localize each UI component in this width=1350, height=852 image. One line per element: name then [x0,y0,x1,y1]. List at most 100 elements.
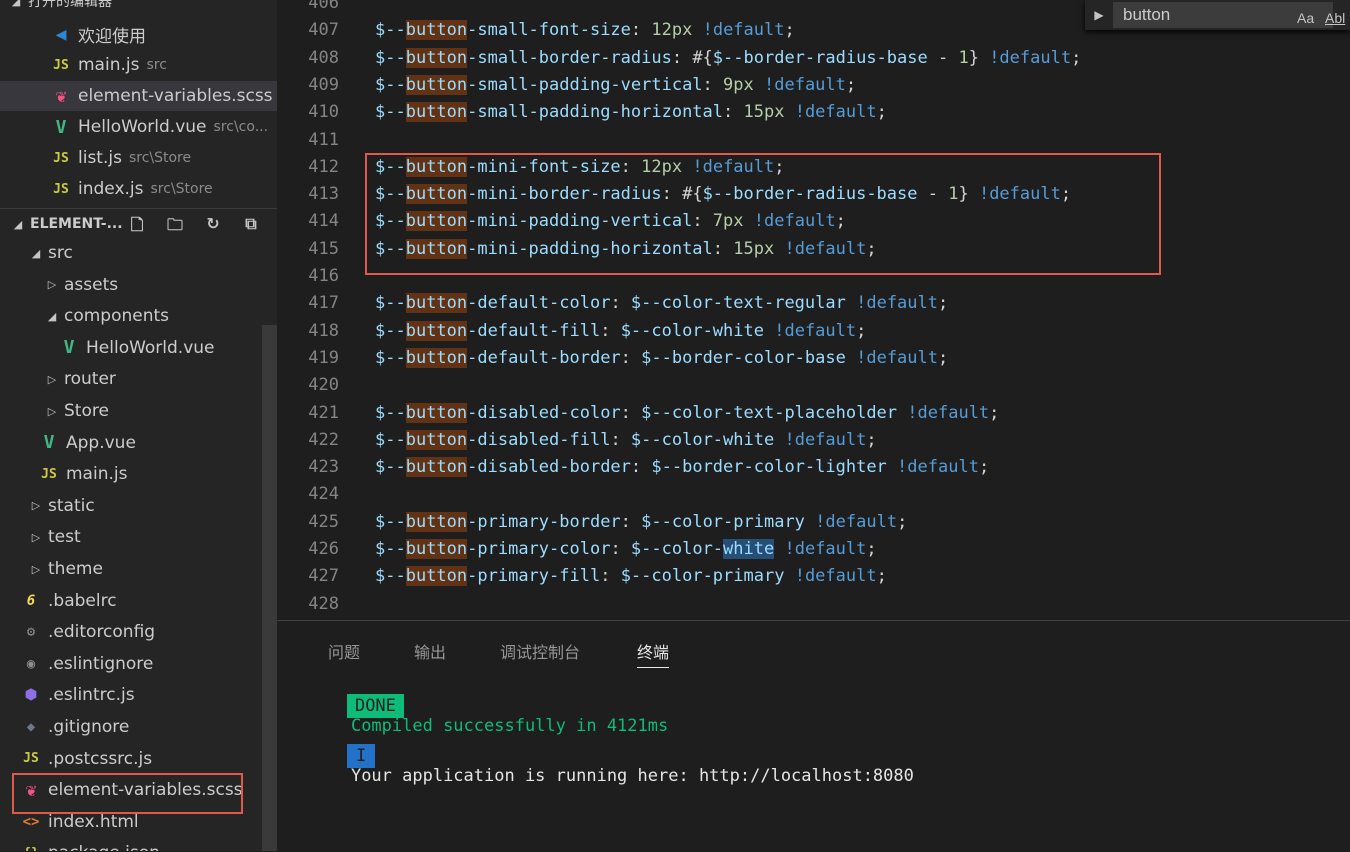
tree-file[interactable]: ◉ .eslintignore [0,649,277,679]
gear-icon: ⚙ [26,624,36,641]
line-number: 408 [308,47,339,68]
sidebar-scrollbar[interactable] [262,325,277,851]
tree-file[interactable]: JS main.js [0,459,277,489]
open-editor-name: element-variables.scss [78,86,273,106]
line-number: 425 [308,511,339,532]
tree-item-label: .gitignore [48,717,130,737]
tree-item-label: static [48,495,95,516]
tree-item-label: .babelrc [48,590,117,611]
js-file-icon: JS [53,181,69,197]
collapse-all-icon[interactable]: ⧉ [240,214,262,234]
find-widget: ▶ button Aa Abl [1085,0,1350,30]
eslintignore-file-icon: ◉ [26,655,36,672]
info-badge: I [346,744,376,768]
chevron-right-icon[interactable]: ▶ [1085,8,1113,22]
tab-terminal[interactable]: 终端 [637,639,670,668]
code-line: $--button-primary-fill: $--color-primary… [375,566,887,587]
open-editor-item[interactable]: V HelloWorld.vue src\co... [0,112,277,142]
find-input[interactable]: button Aa Abl [1113,2,1345,31]
tree-item-label: index.html [48,811,139,832]
line-number: 422 [308,429,339,450]
line-number: 421 [308,402,339,423]
open-editor-item[interactable]: ◀ 欢迎使用 [0,19,277,49]
line-number: 413 [308,184,339,205]
refresh-icon[interactable]: ↻ [202,214,224,234]
chevron-right-icon: ▷ [47,404,57,418]
js-file-icon: JS [53,57,69,73]
whole-word-icon[interactable]: Abl [1325,5,1345,31]
match-case-icon[interactable]: Aa [1297,5,1314,31]
chevron-right-icon: ▷ [31,562,41,576]
line-number: 420 [308,375,339,396]
line-number: 410 [308,102,339,123]
line-number: 415 [308,238,339,259]
json-file-icon: {} [20,846,42,851]
tree-item-label: router [64,369,116,390]
bottom-panel: 问题 输出 调试控制台 终端 DONE Compiled successfull… [277,620,1350,852]
chevron-right-icon: ▷ [31,530,41,544]
tree-item-label: App.vue [66,432,136,453]
chevron-right-icon: ▷ [47,372,57,386]
line-number: 423 [308,457,339,478]
git-file-icon: ◆ [26,719,36,735]
tree-file[interactable]: ⚙ .editorconfig [0,617,277,647]
tree-file[interactable]: ⬢ .eslintrc.js [0,680,277,710]
tree-folder[interactable]: ▷ static [0,491,277,521]
highlight-box [12,773,243,814]
code-line: $--button-small-padding-horizontal: 15px… [375,102,887,123]
done-badge: DONE [346,694,404,718]
tree-folder[interactable]: ◢ src [0,238,277,268]
open-editor-item[interactable]: JS main.js src [0,50,277,80]
code-line: $--button-disabled-fill: $--color-white … [375,429,877,450]
tree-folder[interactable]: ▷ assets [0,270,277,300]
tree-folder[interactable]: ▷ test [0,522,277,552]
tree-file[interactable]: {} package.json [0,838,277,851]
tab-problems[interactable]: 问题 [328,639,360,663]
tree-folder[interactable]: ▷ theme [0,554,277,584]
tree-item-label: HelloWorld.vue [86,337,215,358]
tree-file[interactable]: 6 .babelrc [0,586,277,616]
explorer-section-header[interactable]: ◢ ELEMENT-... 🗋 🗀 ↻ ⧉ [0,208,277,239]
tree-item-label: .editorconfig [48,622,156,643]
tree-file[interactable]: V App.vue [0,428,277,458]
tree-folder[interactable]: ▷ router [0,364,277,394]
line-number: 418 [308,320,339,341]
line-number: 419 [308,347,339,368]
highlight-box [365,153,1161,275]
open-editor-name: main.js [78,55,140,75]
line-number: 412 [308,156,339,177]
open-editor-item[interactable]: ❦ element-variables.scss [0,81,277,111]
tree-folder[interactable]: ◢ components [0,301,277,331]
open-editor-name: 欢迎使用 [78,26,146,47]
chevron-down-icon: ◢ [31,246,41,260]
tree-file[interactable]: V HelloWorld.vue [0,333,277,363]
tree-file[interactable]: JS .postcssrc.js [0,744,277,774]
code-line: $--button-default-border: $--border-colo… [375,347,949,368]
new-folder-icon[interactable]: 🗀 [164,214,186,234]
chevron-right-icon: ▷ [31,499,41,513]
tree-item-label: .postcssrc.js [48,748,153,769]
tree-item-label: .eslintignore [48,653,154,674]
open-editor-item[interactable]: JS index.js src\Store [0,174,277,204]
line-number: 416 [308,266,339,286]
code-editor[interactable]: 406 407 $--button-small-font-size: 12px !d… [277,0,1350,620]
line-number: 407 [308,20,339,41]
tree-file[interactable]: ◆ .gitignore [0,712,277,742]
line-number: 426 [308,539,339,559]
tree-folder[interactable]: ▷ Store [0,396,277,426]
code-line: $--button-default-fill: $--color-white !… [375,320,867,341]
line-number: 427 [308,566,339,587]
explorer-sidebar: ◢ 打开的编辑器 ◀ 欢迎使用 JS main.js src ❦ element-varia… [0,0,277,851]
open-editor-item[interactable]: JS list.js src\Store [0,143,277,173]
code-line: $--button-small-font-size: 12px !default… [375,20,795,41]
tab-debug-console[interactable]: 调试控制台 [500,639,580,663]
open-editors-header[interactable]: ◢ 打开的编辑器 [0,0,277,16]
terminal-line-running: I Your application is running here: http… [306,726,914,806]
babel-file-icon: 6 [26,592,36,609]
code-line: $--button-small-padding-vertical: 9px !d… [375,74,857,95]
code-line: $--button-default-color: $--color-text-r… [375,293,949,314]
code-line: $--button-primary-color: $--color-white … [375,539,877,559]
code-line: $--button-small-border-radius: #{$--bord… [375,47,1082,68]
new-file-icon[interactable]: 🗋 [126,214,148,234]
tab-output[interactable]: 输出 [414,639,446,663]
